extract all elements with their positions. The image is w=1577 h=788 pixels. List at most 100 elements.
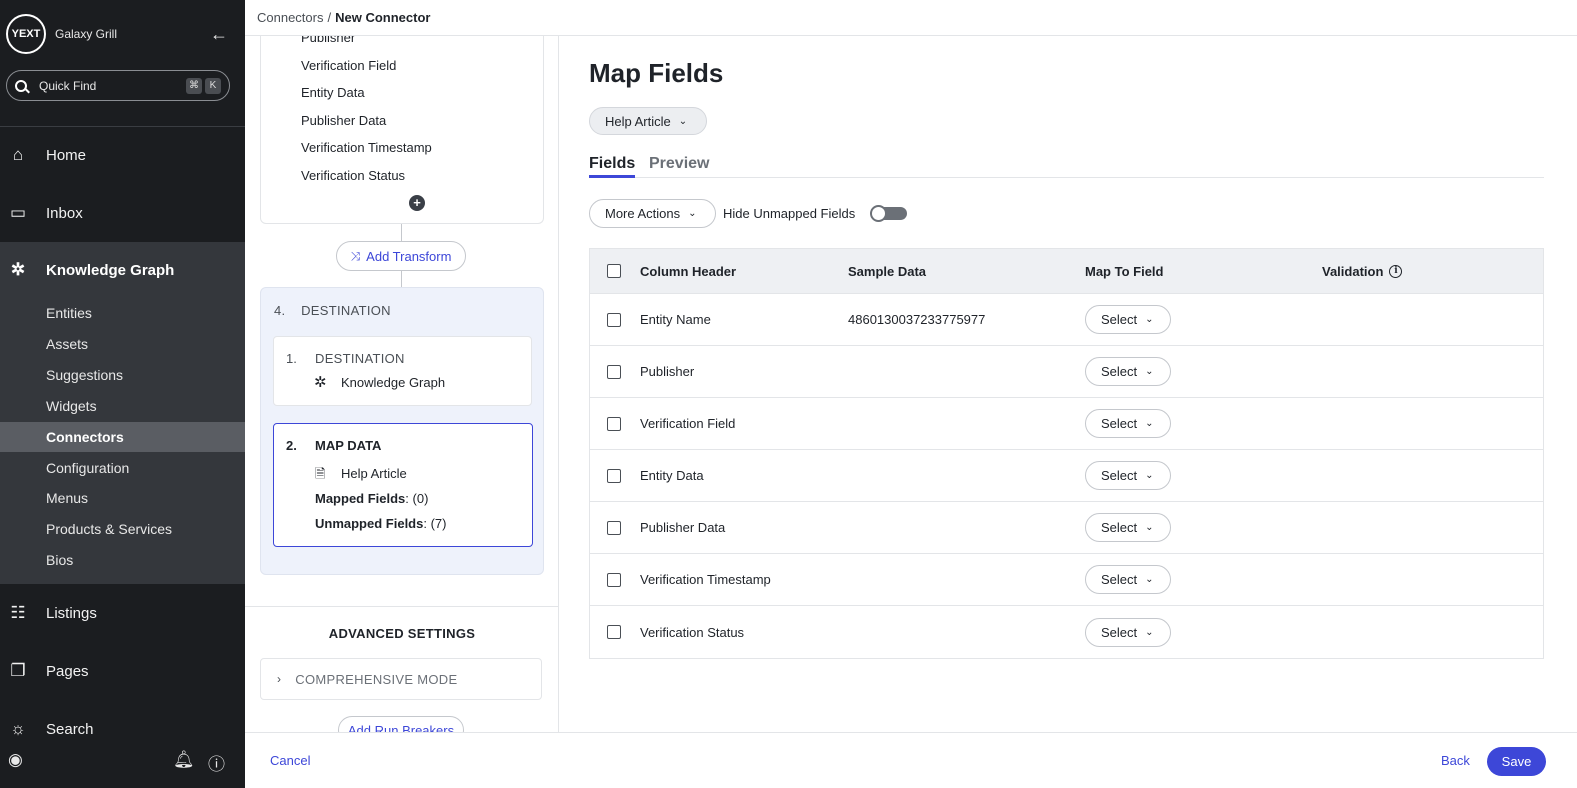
account-name[interactable]: Galaxy Grill [55,27,117,41]
step-number: 4. [274,303,286,318]
chevron-down-icon: ⌄ [1145,366,1154,377]
source-field: Verification Field [301,58,397,73]
comprehensive-mode-toggle[interactable]: › COMPREHENSIVE MODE [260,658,542,700]
chevron-down-icon: ⌄ [1145,314,1154,325]
row-checkbox-cell [607,606,621,658]
yext-logo[interactable]: YEXT [6,14,46,54]
table-row: Verification Field Select ⌄ [590,398,1543,450]
more-actions-dropdown[interactable]: More Actions ⌄ [589,199,716,228]
row-checkbox[interactable] [607,468,621,483]
sidebar-item-entities[interactable]: Entities [0,298,245,328]
nav-label: Pages [46,662,89,680]
knowledge-graph-icon: ✲ [314,374,327,391]
substep-label: DESTINATION [315,351,405,366]
row-checkbox[interactable] [607,572,621,587]
row-checkbox-cell [607,346,621,397]
sidebar-item-widgets[interactable]: Widgets [0,391,245,421]
column-header-cell: Verification Field [640,416,736,431]
unmapped-value: : (7) [423,516,447,531]
collapse-sidebar-icon[interactable]: ← [210,24,228,45]
pipeline-connector [401,224,402,241]
map-field-select[interactable]: Select ⌄ [1085,409,1171,438]
user-profile-icon[interactable]: ◉ [8,750,23,770]
mapped-label: Mapped Fields [315,491,406,506]
source-fields-card: Publisher Verification Field Entity Data… [260,36,544,224]
chevron-down-icon: ⌄ [1145,522,1154,533]
cancel-button[interactable]: Cancel [270,753,310,768]
map-field-select[interactable]: Select ⌄ [1085,513,1171,542]
add-field-plus-icon[interactable]: + [409,195,425,211]
map-field-select[interactable]: Select ⌄ [1085,357,1171,386]
search-lightbulb-icon: ☼ [10,719,26,738]
more-actions-label: More Actions [605,206,681,221]
add-transform-button[interactable]: ⤨ Add Transform [336,241,466,271]
row-checkbox[interactable] [607,364,621,379]
map-to-field-cell: Select ⌄ [1085,606,1171,658]
select-label: Select [1101,312,1138,327]
map-to-field-cell: Select ⌄ [1085,398,1171,449]
nav-item-knowledge-graph[interactable]: ✲ Knowledge Graph [0,242,245,298]
map-field-select[interactable]: Select ⌄ [1085,305,1171,334]
help-icon[interactable]: ⓘ [208,750,225,775]
page-title: Map Fields [589,58,724,88]
hide-unmapped-toggle[interactable] [870,205,907,222]
select-label: Select [1101,520,1138,535]
row-checkbox[interactable] [607,312,621,327]
sidebar-item-suggestions[interactable]: Suggestions [0,360,245,390]
sidebar-item-connectors[interactable]: Connectors [0,422,245,452]
nav-item-inbox[interactable]: ▭ Inbox [0,184,245,242]
save-button[interactable]: Save [1487,747,1546,776]
column-header-cell: Entity Name [640,312,711,327]
info-icon[interactable]: i [1389,264,1403,278]
nav-item-home[interactable]: ⌂ Home [0,126,245,184]
quick-find-input[interactable]: Quick Find ⌘ K [6,70,230,101]
pipeline-connector [401,271,402,287]
row-checkbox-cell [607,502,621,553]
destination-target: Knowledge Graph [341,375,446,390]
sidebar-item-products-services[interactable]: Products & Services [0,514,245,544]
hide-unmapped-label: Hide Unmapped Fields [723,206,856,221]
sidebar-item-bios[interactable]: Bios [0,545,245,575]
entity-type-dropdown[interactable]: Help Article ⌄ [589,107,707,135]
select-all-checkbox[interactable] [607,264,621,278]
map-field-select[interactable]: Select ⌄ [1085,461,1171,490]
shuffle-icon: ⤨ [350,248,361,263]
toggle-knob [870,205,887,222]
row-checkbox[interactable] [607,416,621,431]
row-checkbox[interactable] [607,625,621,639]
sidebar-item-assets[interactable]: Assets [0,329,245,359]
chevron-down-icon: ⌄ [688,208,697,219]
map-field-select[interactable]: Select ⌄ [1085,617,1171,647]
destination-target-card[interactable]: 1. DESTINATION ✲ Knowledge Graph [273,336,532,406]
nav-item-pages[interactable]: ❐ Pages [0,642,245,700]
row-checkbox[interactable] [607,520,621,535]
comprehensive-mode-label: COMPREHENSIVE MODE [295,671,458,687]
column-header-cell: Verification Status [640,624,745,640]
breadcrumb-connectors-link[interactable]: Connectors [257,10,323,25]
table-row: Verification Timestamp Select ⌄ [590,554,1543,606]
entity-type-value: Help Article [605,113,671,129]
substep-number: 1. [286,351,297,366]
footer-bar: Cancel Back Save [245,732,1577,788]
tab-fields[interactable]: Fields [589,155,636,178]
back-button[interactable]: Back [1441,753,1470,768]
map-to-field-cell: Select ⌄ [1085,294,1171,345]
map-field-select[interactable]: Select ⌄ [1085,565,1171,594]
notifications-bell-icon[interactable]: 🔔︎ [173,750,195,770]
field-mapping-table: Column Header Sample Data Map To Field V… [589,248,1544,659]
nav-item-listings[interactable]: ☷ Listings [0,584,245,642]
select-label: Select [1101,572,1138,587]
chevron-down-icon: ⌄ [1145,574,1154,585]
step-label: DESTINATION [301,303,391,318]
nav-label: Knowledge Graph [46,261,175,279]
breadcrumb-separator: / [327,10,332,25]
add-run-breakers-button[interactable]: Add Run Breakers [338,716,464,732]
sidebar-item-configuration[interactable]: Configuration [0,453,245,483]
unmapped-label: Unmapped Fields [315,516,424,531]
sidebar-footer: ◉ 🔔︎ ⓘ [0,744,245,778]
map-to-field-cell: Select ⌄ [1085,346,1171,397]
tab-preview[interactable]: Preview [649,155,709,178]
map-data-card[interactable]: 2. MAP DATA 🗎︎ Help Article Mapped Field… [273,423,533,547]
column-header-cell: Publisher [640,364,695,379]
sidebar-item-menus[interactable]: Menus [0,483,245,513]
